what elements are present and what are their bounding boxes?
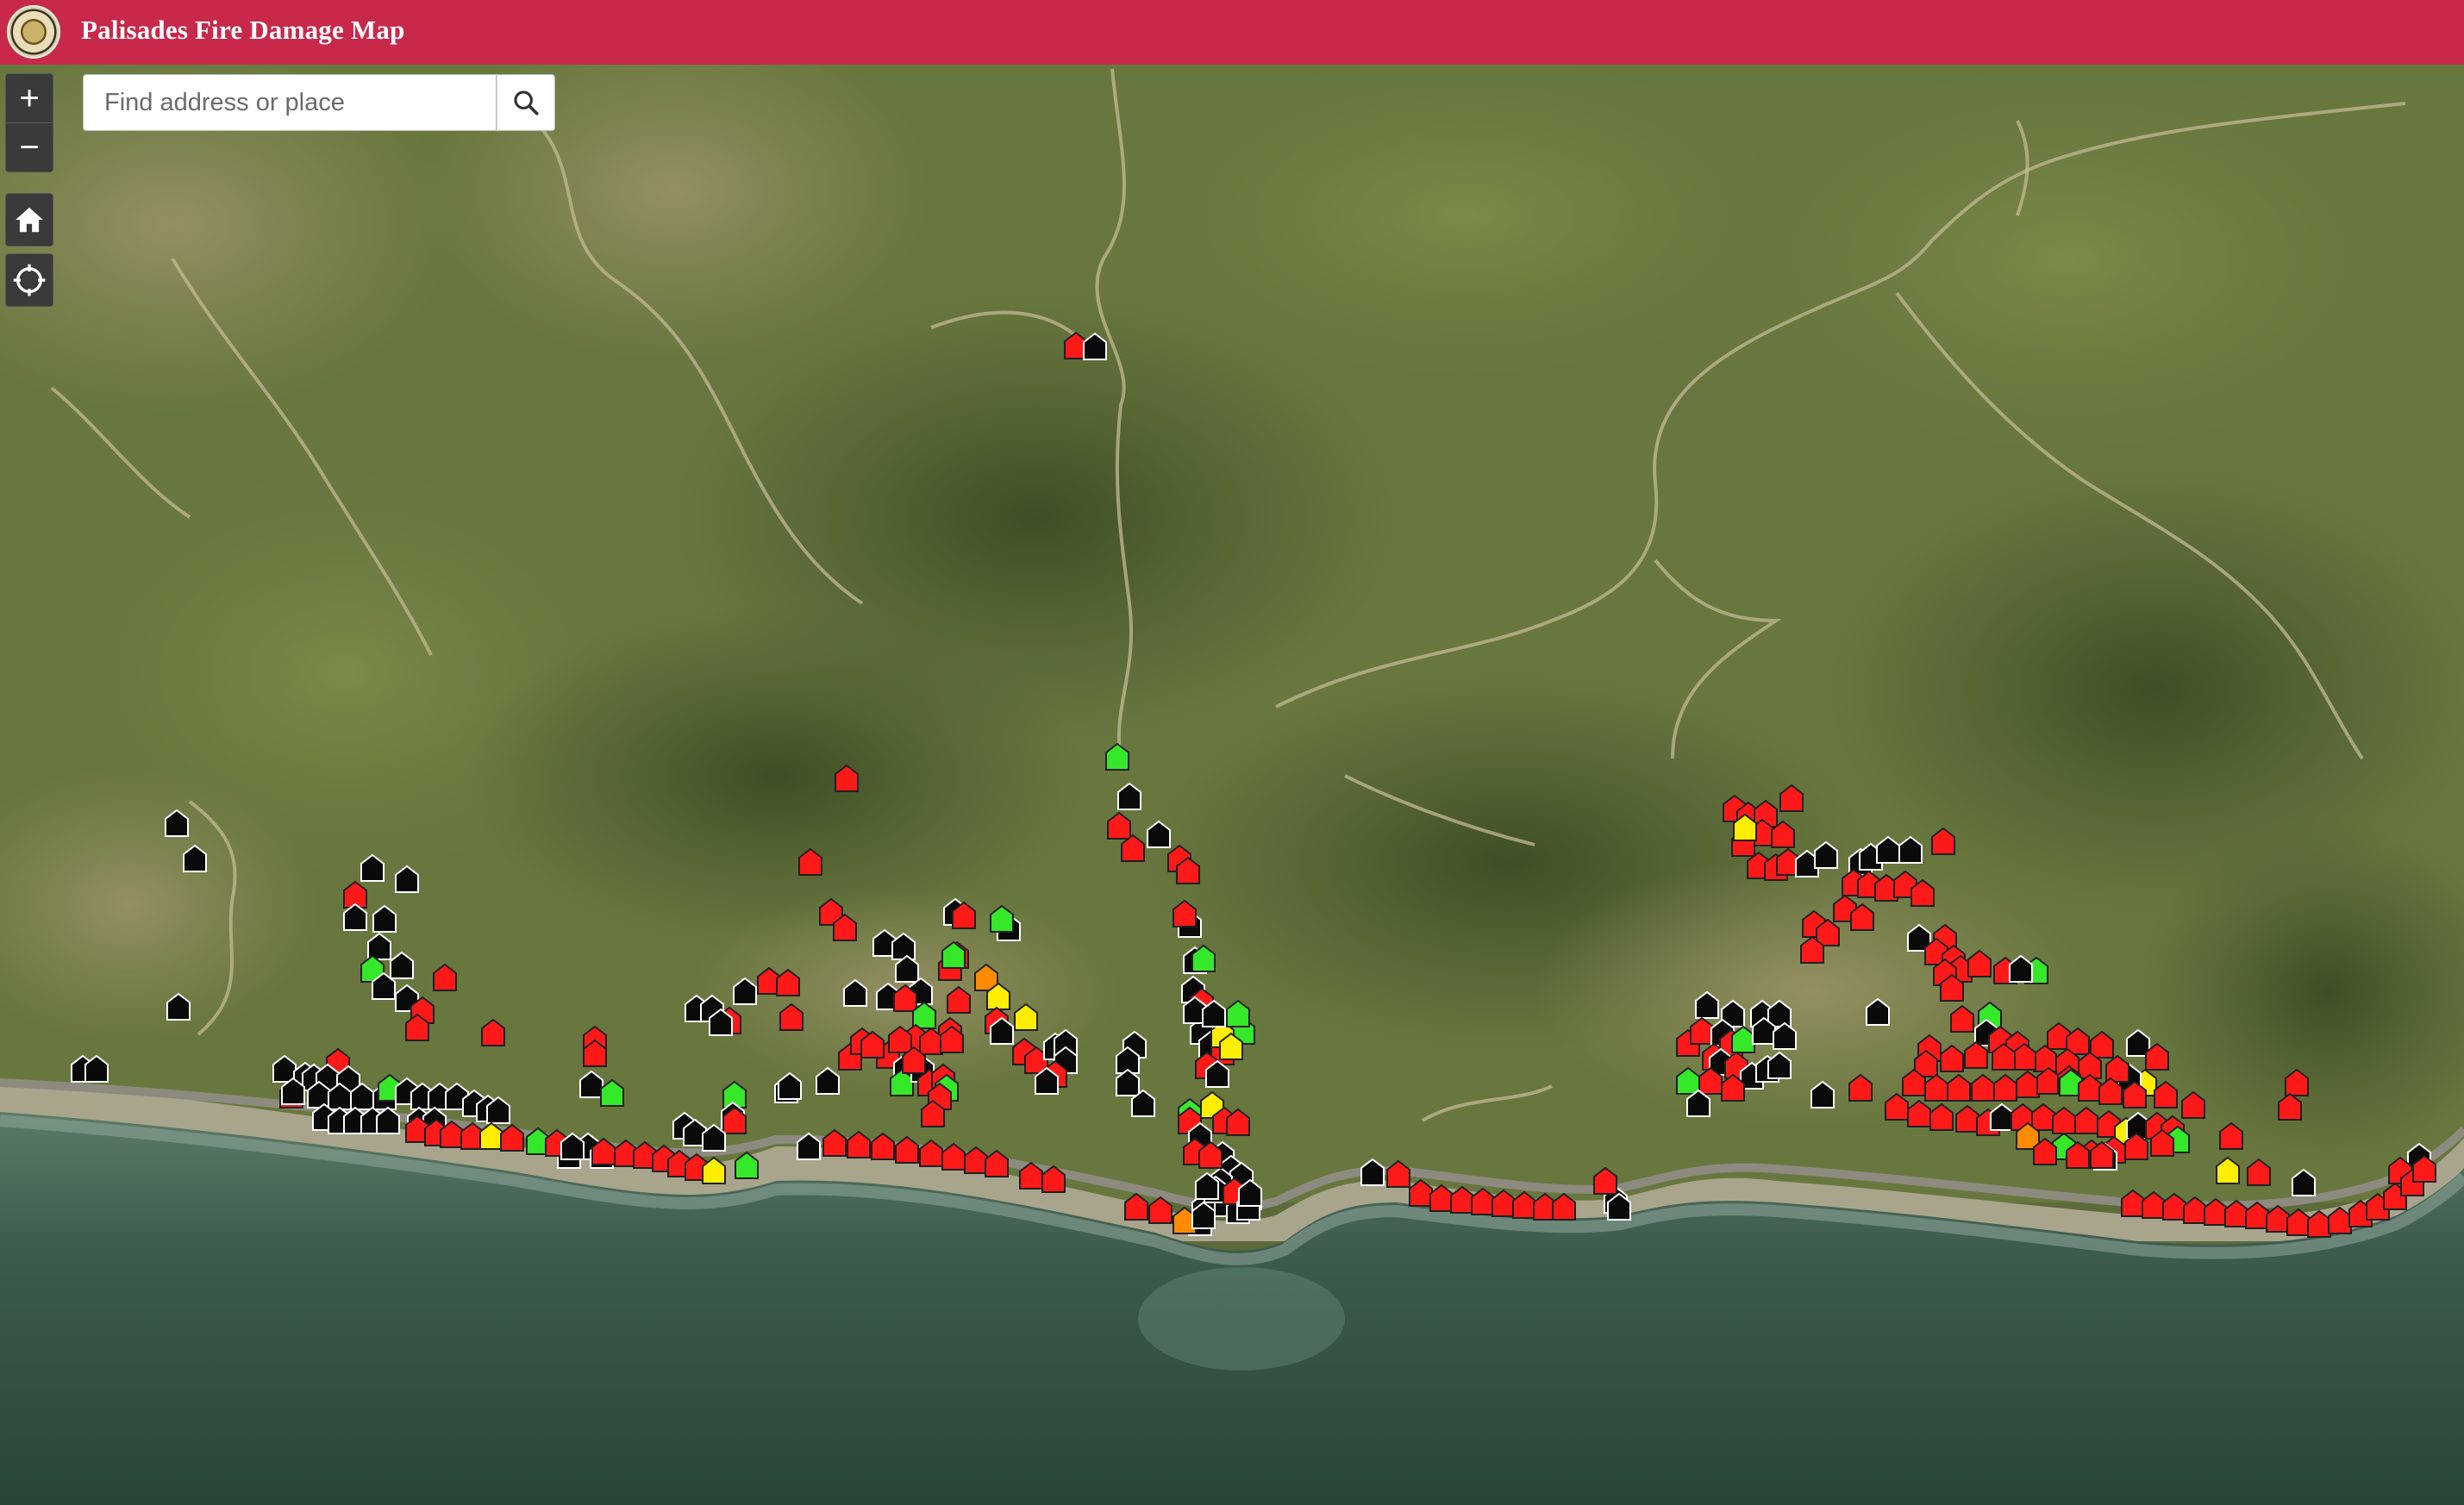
search-input[interactable] — [83, 74, 497, 131]
zoom-out-button[interactable]: − — [6, 122, 53, 172]
city-seal-logo — [7, 5, 60, 59]
sediment-plume — [1138, 1267, 1345, 1371]
search-icon — [514, 91, 539, 116]
home-icon — [16, 207, 43, 233]
app-header: Palisades Fire Damage Map — [0, 0, 2464, 65]
search-button[interactable] — [497, 74, 555, 131]
app-title: Palisades Fire Damage Map — [81, 15, 405, 45]
search-widget — [83, 74, 555, 131]
map-app: Palisades Fire Damage Map + − Find addre… — [0, 0, 2464, 1505]
zoom-control: + − — [5, 73, 53, 172]
zoom-in-button[interactable]: + — [6, 74, 53, 122]
satellite-map[interactable] — [0, 65, 2464, 1505]
zoom-out-label: − — [19, 128, 40, 166]
damage-marker-destroyed-icon[interactable] — [2266, 1204, 2290, 1233]
locate-icon — [13, 264, 46, 297]
zoom-in-label: + — [19, 79, 40, 117]
locate-button[interactable] — [5, 253, 53, 307]
home-button[interactable] — [5, 193, 53, 247]
